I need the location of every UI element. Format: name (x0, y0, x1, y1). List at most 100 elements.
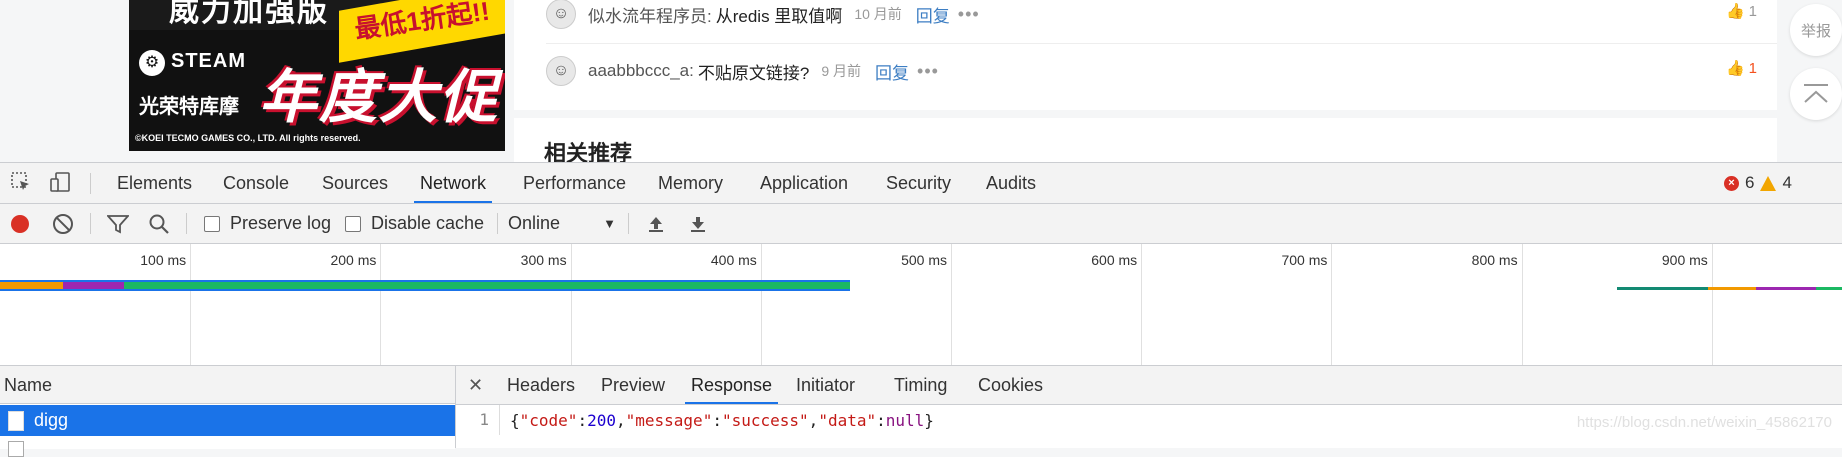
record-button[interactable] (11, 204, 29, 243)
device-toolbar-icon[interactable] (48, 171, 72, 195)
comment-time: 9 月前 (821, 63, 862, 79)
inspect-element-icon[interactable] (9, 171, 33, 195)
waterfall-segment (1755, 287, 1817, 290)
tab-application[interactable]: Application (754, 163, 854, 203)
tab-memory[interactable]: Memory (652, 163, 729, 203)
back-to-top-icon (1804, 84, 1828, 103)
devtools-panel: Elements Console Sources Network Perform… (0, 162, 1842, 457)
tab-cookies[interactable]: Cookies (972, 366, 1049, 404)
more-icon[interactable]: ••• (958, 4, 980, 25)
disable-cache-label: Disable cache (371, 213, 485, 233)
preserve-log-label: Preserve log (230, 213, 332, 233)
warning-icon (1760, 175, 1777, 191)
more-icon[interactable]: ••• (917, 61, 939, 82)
avatar[interactable]: ☺ (546, 56, 576, 86)
comment-time: 10 月前 (854, 6, 902, 22)
clear-button[interactable] (53, 204, 73, 243)
request-detail-panel: ✕ Headers Preview Response Initiator Tim… (456, 366, 1842, 448)
ad-promo-text: 年度大促 (259, 65, 500, 130)
waterfall-segment (1816, 287, 1842, 290)
timeline-gridline (951, 244, 952, 365)
request-name: digg (34, 410, 69, 430)
watermark-text: https://blog.csdn.net/weixin_45862170 (1576, 414, 1832, 431)
tab-response[interactable]: Response (685, 366, 779, 404)
timeline-tick-label: 100 ms (140, 252, 187, 268)
json-number: 200 (587, 410, 616, 430)
tab-preview[interactable]: Preview (595, 366, 671, 404)
tab-headers[interactable]: Headers (501, 366, 581, 404)
separator (628, 213, 629, 234)
search-button[interactable] (148, 204, 170, 243)
tab-network[interactable]: Network (414, 163, 493, 203)
import-har-button[interactable] (646, 204, 666, 243)
record-icon (11, 214, 29, 233)
search-icon (149, 214, 169, 234)
checkbox-box (204, 215, 220, 232)
request-row-selected[interactable]: digg (0, 405, 455, 436)
separator (497, 213, 498, 234)
tab-initiator[interactable]: Initiator (790, 366, 861, 404)
waterfall-segment (1707, 287, 1756, 290)
export-har-button[interactable] (688, 204, 708, 243)
related-section: 相关推荐 (514, 118, 1777, 162)
divider (546, 43, 1777, 44)
line-number: 1 (456, 405, 500, 435)
timeline-gridline (1331, 244, 1333, 365)
timeline-tick-label: 500 ms (901, 252, 947, 268)
tab-security[interactable]: Security (880, 163, 957, 203)
tab-timing[interactable]: Timing (888, 366, 953, 404)
timeline-tick-label: 300 ms (520, 252, 567, 268)
timeline-gridline (1141, 244, 1143, 365)
thumbs-up-icon: 👍 (1725, 3, 1745, 20)
reply-link[interactable]: 回复 (875, 59, 909, 84)
clear-icon (53, 213, 73, 234)
filter-button[interactable] (107, 204, 129, 243)
network-overview-timeline[interactable]: 100 ms 200 ms 300 ms 400 ms 500 ms 600 ms 700 … (0, 244, 1842, 366)
request-row[interactable] (0, 437, 455, 457)
comment-list: ☺ 似水流年程序员: 从redis 里取值啊 10 月前 回复 ••• 👍 1 … (514, 0, 1777, 110)
steam-logo-icon: ⚙ (139, 50, 165, 76)
ad-copyright: ©KOEI TECMO GAMES CO., LTD. All rights r… (135, 133, 361, 143)
json-string: "success" (721, 410, 809, 430)
network-details-area: Name digg ✕ Headers Preview Response Ini… (0, 366, 1842, 457)
request-list: Name digg (0, 366, 456, 457)
like-button[interactable]: 👍 1 (1725, 2, 1757, 21)
report-label: 举报 (1800, 22, 1831, 40)
ad-top-text: 威力加强版 (169, 0, 329, 28)
comment-user[interactable]: aaabbbccc_a: (588, 61, 694, 81)
like-button[interactable]: 👍 1 (1725, 59, 1757, 78)
download-icon (691, 216, 705, 232)
back-to-top-button[interactable] (1790, 68, 1842, 120)
comment-user[interactable]: 似水流年程序员: (588, 2, 712, 27)
throttling-select[interactable]: Online ▼ (508, 204, 616, 243)
console-status[interactable]: × 6 4 (1724, 163, 1842, 203)
thumbs-up-icon: 👍 (1725, 60, 1745, 77)
tab-audits[interactable]: Audits (980, 163, 1042, 203)
json-brace: { (510, 410, 520, 430)
timeline-tick-label: 700 ms (1281, 252, 1328, 268)
network-toolbar: Preserve log Disable cache Online ▼ (0, 204, 1842, 244)
tab-console[interactable]: Console (217, 163, 295, 203)
advertisement-banner[interactable]: 威力加强版 最低1折起!! ⚙ STEAM 光荣特库摩 年度大促 ©KOEI T… (129, 0, 505, 151)
avatar[interactable]: ☺ (546, 0, 576, 29)
tab-sources[interactable]: Sources (316, 163, 394, 203)
separator (186, 213, 187, 234)
close-icon[interactable]: ✕ (468, 366, 483, 404)
json-key: "code" (519, 410, 578, 430)
report-button[interactable]: 举报 (1790, 4, 1842, 56)
comment-text: 从redis 里取值啊 (715, 6, 843, 26)
warning-count: 4 (1782, 173, 1792, 192)
ad-publisher: 光荣特库摩 (139, 96, 239, 118)
tab-elements[interactable]: Elements (111, 163, 198, 203)
reply-link[interactable]: 回复 (916, 2, 950, 27)
name-column-header[interactable]: Name (0, 366, 455, 404)
waterfall-segment (0, 282, 63, 289)
chevron-down-icon: ▼ (603, 216, 616, 231)
web-page: 威力加强版 最低1折起!! ⚙ STEAM 光荣特库摩 年度大促 ©KOEI T… (0, 0, 1842, 162)
preserve-log-checkbox[interactable]: Preserve log (204, 204, 331, 243)
timeline-gridline (1521, 244, 1523, 365)
separator (90, 173, 91, 194)
disable-cache-checkbox[interactable]: Disable cache (345, 204, 484, 243)
waterfall-segment (123, 282, 851, 289)
tab-performance[interactable]: Performance (517, 163, 632, 203)
